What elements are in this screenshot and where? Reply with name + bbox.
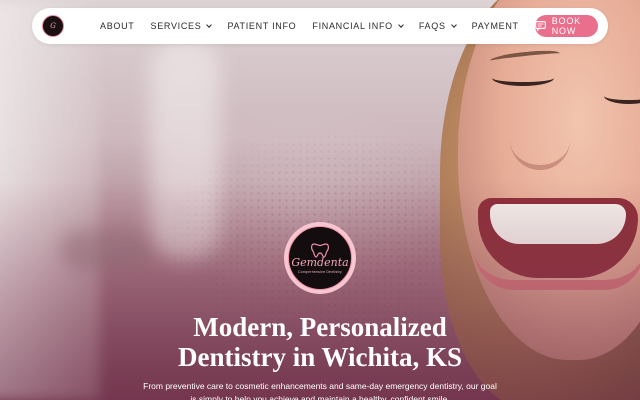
calendar-chat-icon xyxy=(534,21,546,31)
brand-emblem: Gemdenta Comprehensive Dentistry xyxy=(284,222,356,294)
site-logo[interactable]: G xyxy=(42,15,64,37)
emblem-brand-name: Gemdenta xyxy=(291,256,349,269)
hero-headline-line2: Dentistry in Wichita, KS xyxy=(177,342,463,372)
nav-link-about[interactable]: ABOUT xyxy=(100,21,135,31)
hero-headline: Modern, Personalized Dentistry in Wichit… xyxy=(120,312,520,372)
main-navbar: G ABOUT SERVICES PATIENT INFO FINANCIAL … xyxy=(32,8,608,44)
hero-subtext: From preventive care to cosmetic enhance… xyxy=(143,381,497,400)
book-now-button[interactable]: BOOK NOW xyxy=(534,15,598,37)
book-now-label: BOOK NOW xyxy=(551,16,581,36)
brand-emblem-inner: Gemdenta Comprehensive Dentistry xyxy=(288,226,352,290)
chevron-down-icon xyxy=(450,21,457,28)
nav-link-financial-info[interactable]: FINANCIAL INFO xyxy=(312,21,404,31)
nav-link-label: FINANCIAL INFO xyxy=(312,21,393,31)
nav-link-label: PATIENT INFO xyxy=(227,21,297,31)
nav-link-patient-info[interactable]: PATIENT INFO xyxy=(227,21,296,31)
nav-link-label: ABOUT xyxy=(100,21,135,31)
hero-headline-line1: Modern, Personalized xyxy=(193,312,447,342)
emblem-tagline: Comprehensive Dentistry xyxy=(298,270,342,274)
nav-link-faqs[interactable]: FAQS xyxy=(418,21,457,31)
chevron-down-icon xyxy=(206,21,213,28)
nav-link-label: SERVICES xyxy=(150,21,202,31)
nav-link-payment[interactable]: PAYMENT xyxy=(472,21,519,31)
chevron-down-icon xyxy=(398,21,404,28)
nav-links: ABOUT SERVICES PATIENT INFO FINANCIAL IN… xyxy=(100,21,535,31)
logo-mark: G xyxy=(50,22,56,30)
nav-link-label: PAYMENT xyxy=(471,21,519,31)
nav-link-label: FAQS xyxy=(418,21,446,31)
nav-link-services[interactable]: SERVICES xyxy=(150,21,213,31)
